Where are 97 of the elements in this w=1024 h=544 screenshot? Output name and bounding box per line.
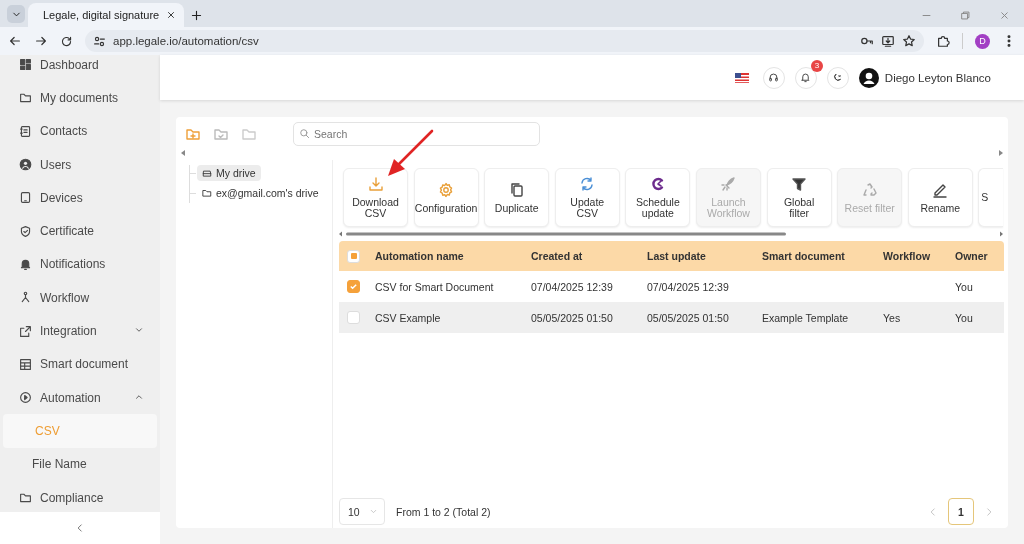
sidebar-item[interactable]: Certificate (0, 214, 160, 248)
profile-avatar[interactable]: D (975, 33, 990, 49)
column-header[interactable]: Last update (637, 250, 752, 262)
table-cell-text: CSV Example (374, 311, 442, 324)
chevron-down-icon[interactable] (134, 325, 144, 335)
flag-icon[interactable] (734, 72, 749, 83)
column-header[interactable]: Created at (521, 250, 637, 262)
folder-icon (19, 491, 32, 504)
column-header[interactable]: Workflow (873, 250, 945, 262)
scroll-right-icon[interactable] (998, 150, 1003, 156)
page-size-select[interactable]: 10 (339, 498, 385, 525)
user-avatar[interactable] (858, 67, 879, 88)
chevron-left-icon (75, 523, 85, 533)
scroll-left-icon[interactable] (181, 150, 186, 156)
browser-tab[interactable]: Legale, digital signature (28, 3, 184, 27)
sidebar-item[interactable]: Devices (0, 181, 160, 215)
forward-icon[interactable] (34, 34, 48, 48)
column-header[interactable]: Automation name (365, 250, 521, 262)
toolbar-button[interactable]: S (978, 168, 1003, 227)
reload-icon[interactable] (60, 34, 73, 48)
dashboard-icon (19, 58, 32, 72)
table-cell-text: Yes (882, 311, 902, 324)
table-cell-text: 07/04/2025 12:39 (646, 280, 730, 293)
sidebar-item[interactable]: Contacts (0, 114, 160, 148)
bell-icon (19, 257, 32, 271)
notification-badge: 3 (810, 59, 823, 72)
toolbar-button[interactable]: Global filter (766, 168, 832, 227)
play-icon (19, 391, 32, 405)
page-button[interactable]: 1 (948, 498, 974, 525)
sidebar-item[interactable]: File Name (0, 447, 160, 481)
column-header[interactable]: Smart document (752, 250, 873, 262)
pagination-summary: From 1 to 2 (Total 2) (396, 505, 491, 518)
external-link-icon (19, 324, 32, 338)
close-icon[interactable] (166, 10, 177, 20)
folder-icon (19, 91, 32, 105)
table-cell-text: You (954, 311, 974, 324)
new-tab-icon[interactable] (190, 9, 203, 22)
toolbar-button[interactable]: Duplicate (484, 168, 550, 227)
sidebar-item[interactable]: Compliance (0, 480, 160, 512)
download-icon (367, 176, 384, 192)
table-cell-text: Example Template (761, 311, 850, 324)
sidebar-item[interactable]: Automation (0, 380, 160, 415)
sidebar-item[interactable]: Notifications (0, 247, 160, 282)
recycle-icon (861, 181, 878, 198)
gear-icon (438, 181, 455, 198)
sidebar-item[interactable]: Users (0, 147, 160, 182)
headset-icon (768, 72, 780, 83)
contacts-icon (19, 124, 32, 138)
tab-list-button[interactable] (7, 5, 25, 23)
table-cell-text: CSV for Smart Document (374, 280, 495, 293)
horizontal-scrollbar[interactable] (339, 231, 1003, 237)
table-cell-text: 05/05/2025 01:50 (530, 311, 614, 324)
sidebar-item[interactable]: Smart document (0, 347, 160, 381)
funnel-icon (791, 176, 808, 192)
install-icon[interactable] (881, 34, 896, 48)
sidebar-item[interactable]: Dashboard (0, 55, 160, 82)
search-field[interactable]: Search (293, 121, 540, 146)
drive-icon (202, 168, 212, 178)
row-checkbox[interactable] (347, 280, 360, 293)
tablet-icon (19, 191, 32, 205)
sidebar-item[interactable]: My documents (0, 81, 160, 115)
address-bar[interactable]: app.legale.io/automation/csv (85, 30, 925, 52)
toolbar-button[interactable]: Configuration (413, 168, 479, 227)
folder-icon (202, 188, 212, 198)
table-icon (19, 357, 32, 371)
restore-icon[interactable] (960, 10, 971, 21)
bell-icon (800, 72, 812, 83)
user-icon (19, 158, 32, 172)
search-icon (299, 127, 310, 139)
toolbar-button[interactable]: Schedule update (625, 168, 691, 227)
annotation-arrow (388, 129, 434, 176)
table-cell-text: 05/05/2025 01:50 (646, 311, 730, 324)
user-name[interactable]: Diego Leyton Blanco (884, 71, 991, 84)
schedule-icon (649, 176, 666, 192)
star-icon[interactable] (902, 34, 917, 48)
rocket-icon (720, 176, 737, 192)
partial-check-icon (350, 253, 357, 259)
sidebar-item[interactable]: Workflow (0, 281, 160, 315)
check-icon (349, 282, 358, 291)
site-info-icon[interactable] (93, 34, 106, 48)
toolbar-button[interactable]: Rename (907, 168, 973, 227)
toolbar-button[interactable]: Download CSV (343, 168, 408, 227)
table-cell-text: You (954, 280, 974, 293)
moon-icon (832, 72, 844, 83)
workflow-icon (19, 291, 32, 305)
select-all-checkbox[interactable] (347, 249, 360, 263)
chevron-down-icon (369, 507, 378, 516)
row-checkbox[interactable] (347, 311, 360, 324)
column-header[interactable]: Owner (945, 250, 1004, 262)
sidebar-item[interactable]: Integration (0, 314, 160, 348)
table-cell-text: 07/04/2025 12:39 (530, 280, 614, 293)
back-icon[interactable] (8, 34, 22, 48)
shield-icon (19, 224, 32, 238)
extensions-icon[interactable] (936, 34, 951, 48)
copy-icon (508, 181, 525, 198)
toolbar-button[interactable]: Update CSV (554, 168, 620, 227)
sync-icon (579, 176, 596, 192)
